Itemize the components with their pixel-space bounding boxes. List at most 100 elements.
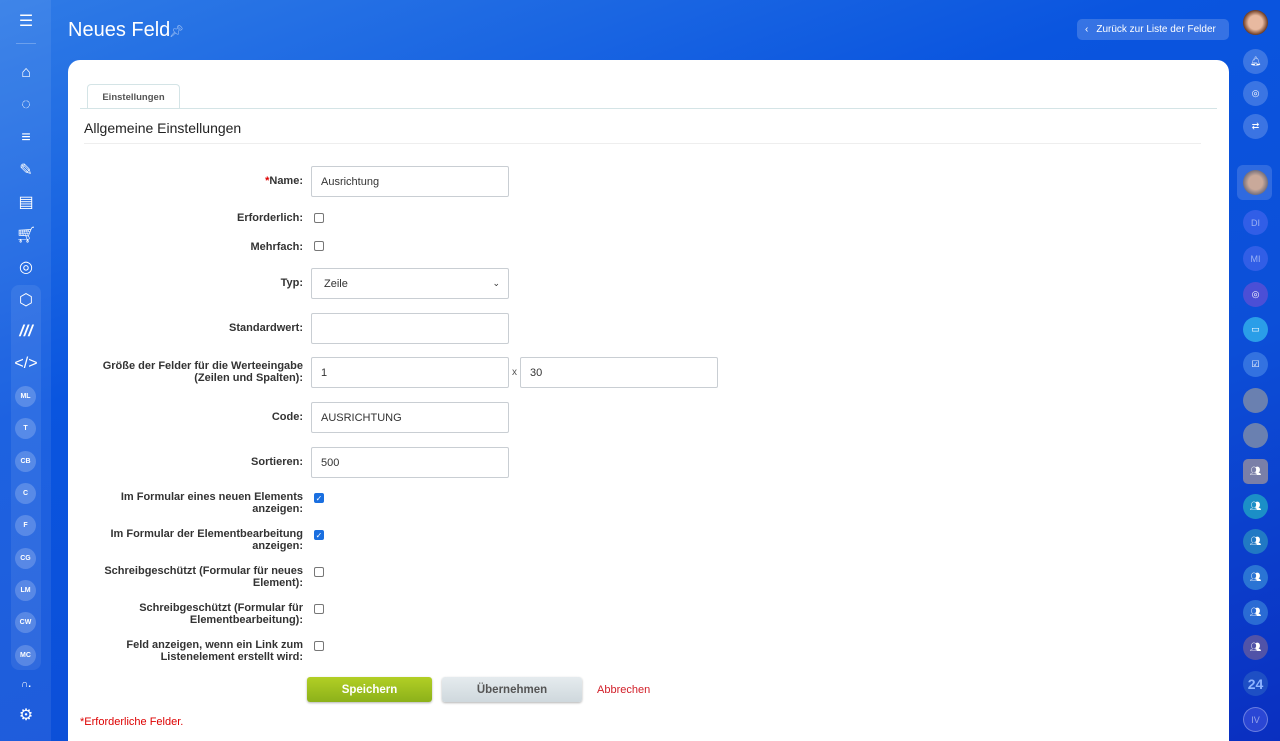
back-to-list-button[interactable]: ‹ Zurück zur Liste der Felder: [1077, 19, 1229, 40]
rows-input[interactable]: 1: [311, 357, 509, 388]
app-avatar[interactable]: CG: [15, 548, 36, 569]
box-icon[interactable]: ⬡: [13, 287, 39, 313]
chat-avatar[interactable]: IV: [1243, 707, 1268, 732]
group-icon[interactable]: 👥︎: [1243, 600, 1268, 625]
label-line: anzeigen:: [252, 503, 303, 515]
section-title: Allgemeine Einstellungen: [84, 120, 242, 136]
group-icon[interactable]: 👥︎: [1243, 459, 1268, 484]
back-label: Zurück zur Liste der Felder: [1096, 24, 1216, 35]
app-avatar[interactable]: CW: [15, 612, 36, 633]
chat-avatar[interactable]: DI: [1243, 210, 1268, 235]
required-footnote: *Erforderliche Felder.: [80, 716, 183, 728]
user-avatar[interactable]: [1243, 10, 1268, 35]
right-sidebar: 🔔︎ ◎ ⇄ DI MI ◎ ▭ ☑ 👥︎ 👥︎ 👥︎ 👥︎ 👥︎ 👥︎ 24 …: [1237, 0, 1280, 741]
show-edit-checkbox[interactable]: ✓: [314, 530, 324, 540]
label-line: Schreibgeschützt (Formular für: [139, 602, 303, 614]
group-icon[interactable]: 👥︎: [1243, 635, 1268, 660]
group-avatar[interactable]: [1243, 388, 1268, 413]
label-line: Elementbearbeitung):: [189, 614, 303, 626]
target-icon[interactable]: ◎: [13, 254, 39, 280]
name-label-text: Name:: [269, 175, 303, 187]
cols-input[interactable]: 30: [520, 357, 718, 388]
readonly-new-label: Schreibgeschützt (Formular für neues Elem…: [104, 565, 303, 589]
divider: [16, 43, 36, 44]
label-line: Im Formular der Elementbearbeitung: [110, 528, 303, 540]
page-title: Neues Feld: [68, 19, 171, 41]
pin-icon[interactable]: 📌︎: [169, 24, 184, 38]
activity-icon[interactable]: ◎: [1243, 81, 1268, 106]
section-divider: [84, 143, 1201, 144]
app-avatar[interactable]: C: [15, 483, 36, 504]
app-avatar[interactable]: F: [15, 515, 36, 536]
code-label: Code:: [271, 411, 303, 423]
label-line: Feld anzeigen, wenn ein Link zum: [126, 639, 303, 651]
main-card: Einstellungen Allgemeine Einstellungen *…: [68, 60, 1229, 741]
group-icon[interactable]: 👥︎: [1243, 529, 1268, 554]
label-line: Element):: [252, 577, 303, 589]
chevron-down-icon: ⌄: [492, 278, 500, 288]
app-avatar[interactable]: CB: [15, 451, 36, 472]
show-link-checkbox[interactable]: [314, 641, 324, 651]
size-separator: x: [512, 367, 517, 378]
code-input[interactable]: AUSRICHTUNG: [311, 402, 509, 433]
label-line: anzeigen:: [252, 540, 303, 552]
home-icon[interactable]: ⌂: [13, 60, 39, 86]
chat-icon[interactable]: ⇄: [1243, 114, 1268, 139]
apply-button[interactable]: Übernehmen: [442, 677, 582, 702]
cart-icon[interactable]: 🛒︎: [13, 222, 39, 248]
cancel-link[interactable]: Abbrechen: [597, 684, 650, 696]
code-icon[interactable]: </>: [13, 351, 39, 377]
copilot-icon[interactable]: ◎: [1243, 282, 1268, 307]
chat-avatar[interactable]: MI: [1243, 246, 1268, 271]
required-checkbox[interactable]: [314, 213, 324, 223]
show-new-checkbox[interactable]: ✓: [314, 493, 324, 503]
tab-divider: [80, 108, 1217, 109]
type-value: Zeile: [324, 277, 348, 290]
type-select[interactable]: Zeile ⌄: [311, 268, 509, 299]
label-line: Schreibgeschützt (Formular für neues: [104, 565, 303, 577]
size-label-line1: Größe der Felder für die Werteeingabe: [102, 360, 303, 372]
funnel-icon[interactable]: ≡: [13, 125, 39, 151]
app-avatar[interactable]: ML: [15, 386, 36, 407]
contact-card-icon[interactable]: ▤: [13, 189, 39, 215]
bell-icon[interactable]: 🔔︎: [1243, 49, 1268, 74]
name-label: *Name:: [265, 175, 303, 187]
multiple-label: Mehrfach:: [250, 241, 303, 253]
task-icon[interactable]: ☑: [1243, 352, 1268, 377]
market-icon[interactable]: ∩.: [13, 671, 39, 697]
automation-icon[interactable]: ///: [13, 319, 39, 345]
group-icon[interactable]: 👥︎: [1243, 494, 1268, 519]
size-label-line2: (Zeilen und Spalten):: [194, 372, 303, 384]
readonly-edit-checkbox[interactable]: [314, 604, 324, 614]
app-avatar[interactable]: T: [15, 418, 36, 439]
group-avatar[interactable]: [1243, 423, 1268, 448]
left-sidebar: ☰ ⌂ ◌ ≡ ✎ ▤ 🛒︎ ◎ ⬡ /// </> ML T CB C F C…: [0, 0, 51, 741]
menu-icon[interactable]: ☰: [13, 8, 39, 34]
message-icon[interactable]: ▭: [1243, 317, 1268, 342]
name-input[interactable]: Ausrichtung: [311, 166, 509, 197]
gear-icon[interactable]: ⚙: [13, 702, 39, 728]
label-line: Listenelement erstellt wird:: [160, 651, 303, 663]
readonly-new-checkbox[interactable]: [314, 567, 324, 577]
sort-input[interactable]: 500: [311, 447, 509, 478]
sort-label: Sortieren:: [251, 456, 303, 468]
show-link-label: Feld anzeigen, wenn ein Link zum Listenel…: [126, 639, 303, 663]
group-icon[interactable]: 👥︎: [1243, 565, 1268, 590]
default-input[interactable]: [311, 313, 509, 344]
multiple-checkbox[interactable]: [314, 241, 324, 251]
tab-einstellungen[interactable]: Einstellungen: [87, 84, 180, 109]
contact-avatar[interactable]: [1243, 170, 1268, 195]
bitrix24-logo[interactable]: 24: [1243, 671, 1268, 696]
footnote-text: Erforderliche Felder.: [84, 716, 184, 728]
app-avatar[interactable]: LM: [15, 580, 36, 601]
label-line: Im Formular eines neuen Elements: [120, 491, 303, 503]
show-edit-label: Im Formular der Elementbearbeitung anzeig…: [110, 528, 303, 552]
save-button[interactable]: Speichern: [307, 677, 432, 702]
type-label: Typ:: [280, 277, 303, 289]
sign-icon[interactable]: ✎: [13, 157, 39, 183]
crm-icon[interactable]: ◌: [13, 92, 39, 118]
size-label: Größe der Felder für die Werteeingabe (Ze…: [103, 360, 303, 384]
show-new-label: Im Formular eines neuen Elements anzeigen…: [121, 491, 303, 515]
default-label: Standardwert:: [229, 322, 303, 334]
app-avatar[interactable]: MC: [15, 645, 36, 666]
